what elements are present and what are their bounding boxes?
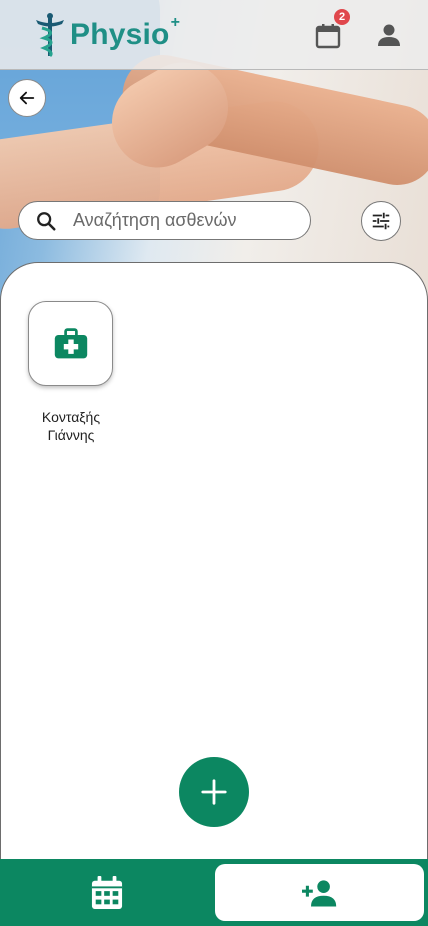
physio-logo: Physio + bbox=[32, 10, 180, 60]
add-button[interactable] bbox=[179, 757, 249, 827]
nav-add-patient-tab[interactable] bbox=[215, 864, 424, 921]
patient-name: Κονταξής Γιάννης bbox=[41, 409, 101, 443]
add-user-icon bbox=[301, 879, 336, 906]
back-button[interactable] bbox=[8, 79, 46, 117]
calendar-button[interactable] bbox=[314, 22, 342, 50]
calendar-icon bbox=[315, 24, 341, 49]
calendar-icon bbox=[91, 875, 123, 909]
app-header: Physio + 2 bbox=[0, 0, 428, 70]
notification-badge: 2 bbox=[334, 9, 350, 25]
plus-icon bbox=[201, 779, 227, 805]
filter-button[interactable] bbox=[361, 201, 401, 241]
patient-card[interactable]: Κονταξής Γιάννης bbox=[28, 301, 114, 444]
logo-plus: + bbox=[170, 14, 180, 31]
sliders-icon bbox=[372, 212, 390, 230]
medical-kit-icon bbox=[54, 327, 87, 358]
search-input[interactable] bbox=[73, 210, 293, 231]
nav-calendar-tab[interactable] bbox=[0, 859, 214, 926]
logo-text: Physio bbox=[70, 18, 170, 51]
arrow-left-icon bbox=[19, 91, 35, 105]
profile-button[interactable] bbox=[375, 21, 403, 49]
patient-search-bar[interactable] bbox=[18, 201, 311, 240]
search-icon bbox=[37, 211, 56, 231]
bottom-navigation bbox=[0, 859, 428, 926]
caduceus-icon bbox=[36, 13, 64, 58]
patient-tile[interactable] bbox=[28, 301, 113, 386]
user-icon bbox=[378, 24, 400, 46]
